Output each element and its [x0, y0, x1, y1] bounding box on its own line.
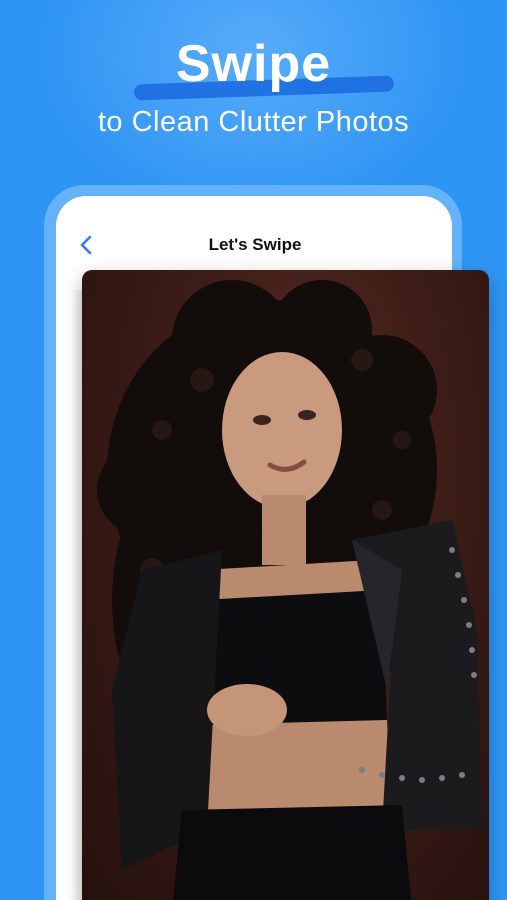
screen-title: Let's Swipe [208, 235, 302, 254]
promo-subtitle: to Clean Clutter Photos [97, 106, 410, 138]
photo-card[interactable] [82, 270, 489, 900]
promo-title-wrap: Swipe [133, 34, 395, 101]
chevron-left-icon [80, 235, 92, 255]
promo-headline: Swipe to Clean Clutter Photos [0, 34, 507, 139]
back-button[interactable] [76, 233, 96, 257]
portrait-photo [97, 280, 482, 900]
face [222, 352, 342, 508]
promo-title: Swipe [175, 35, 332, 93]
